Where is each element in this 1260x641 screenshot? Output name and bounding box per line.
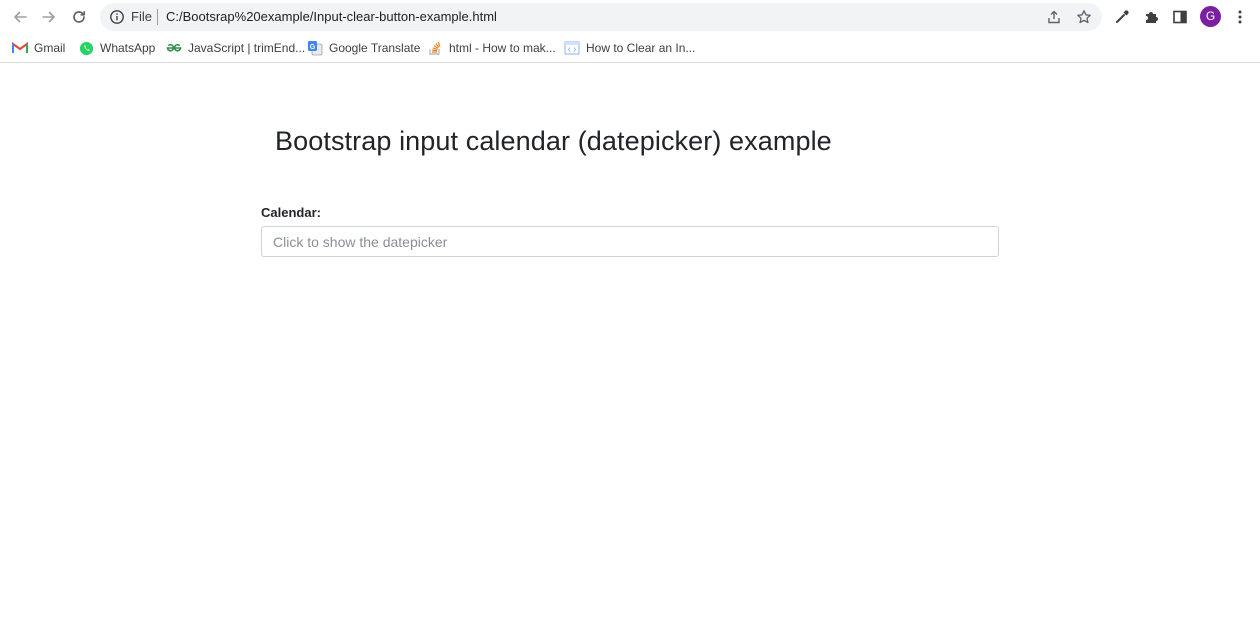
profile-avatar[interactable]: G — [1200, 6, 1221, 27]
site-info-icon[interactable] — [109, 9, 125, 25]
url-scheme-label: File — [131, 9, 152, 24]
bookmark-label: Google Translate — [329, 41, 421, 55]
calendar-label: Calendar: — [261, 205, 321, 220]
address-bar[interactable]: File C:/Bootsrap%20example/Input-clear-b… — [100, 3, 1102, 31]
back-button[interactable] — [7, 4, 33, 30]
page-title: Bootstrap input calendar (datepicker) ex… — [275, 126, 832, 156]
eyedropper-extension-button[interactable] — [1112, 7, 1132, 27]
browser-menu-button[interactable] — [1230, 7, 1250, 27]
gmail-icon — [12, 40, 28, 56]
google-translate-icon: G — [307, 40, 323, 56]
browser-toolbar: File C:/Bootsrap%20example/Input-clear-b… — [0, 0, 1260, 34]
share-button[interactable] — [1045, 8, 1063, 26]
bookmark-whatsapp[interactable]: WhatsApp — [78, 38, 155, 58]
side-panel-button[interactable] — [1170, 7, 1190, 27]
bookmark-javascript-trimend[interactable]: JavaScript | trimEnd... — [166, 38, 305, 58]
puzzle-icon — [1146, 12, 1158, 23]
forward-arrow-icon — [42, 11, 55, 23]
omnibox-divider — [157, 9, 158, 25]
stackoverflow-icon — [427, 40, 443, 56]
bookmark-gmail[interactable]: Gmail — [12, 38, 65, 58]
bookmark-star-button[interactable] — [1075, 8, 1093, 26]
kebab-menu-icon — [1238, 10, 1242, 24]
bookmark-label: How to Clear an In... — [586, 41, 696, 55]
geeksforgeeks-icon — [166, 40, 182, 56]
bookmark-html-how-to[interactable]: html - How to mak... — [427, 38, 556, 58]
bookmark-google-translate[interactable]: G Google Translate — [307, 38, 420, 58]
bookmark-label: Gmail — [34, 41, 66, 55]
extensions-button[interactable] — [1141, 7, 1161, 27]
bookmarks-bar: Gmail WhatsApp JavaScript | trimEnd... G… — [0, 34, 1260, 63]
reload-icon — [73, 11, 86, 23]
bookmark-label: WhatsApp — [100, 41, 156, 55]
url-text[interactable]: C:/Bootsrap%20example/Input-clear-button… — [166, 9, 497, 25]
share-icon — [1048, 10, 1060, 24]
reload-button[interactable] — [66, 4, 92, 30]
calendar-datepicker-input[interactable] — [261, 226, 999, 257]
bookmark-how-to-clear[interactable]: How to Clear an In... — [564, 38, 695, 58]
bookmark-label: JavaScript | trimEnd... — [188, 41, 306, 55]
eyedropper-icon — [1116, 10, 1129, 23]
bookmark-label: html - How to mak... — [449, 41, 556, 55]
star-icon — [1077, 10, 1091, 24]
forward-button[interactable] — [36, 4, 62, 30]
whatsapp-icon — [78, 40, 94, 56]
code-page-icon — [564, 40, 580, 56]
svg-text:G: G — [310, 44, 316, 51]
back-arrow-icon — [14, 11, 27, 23]
side-panel-icon — [1173, 10, 1187, 24]
